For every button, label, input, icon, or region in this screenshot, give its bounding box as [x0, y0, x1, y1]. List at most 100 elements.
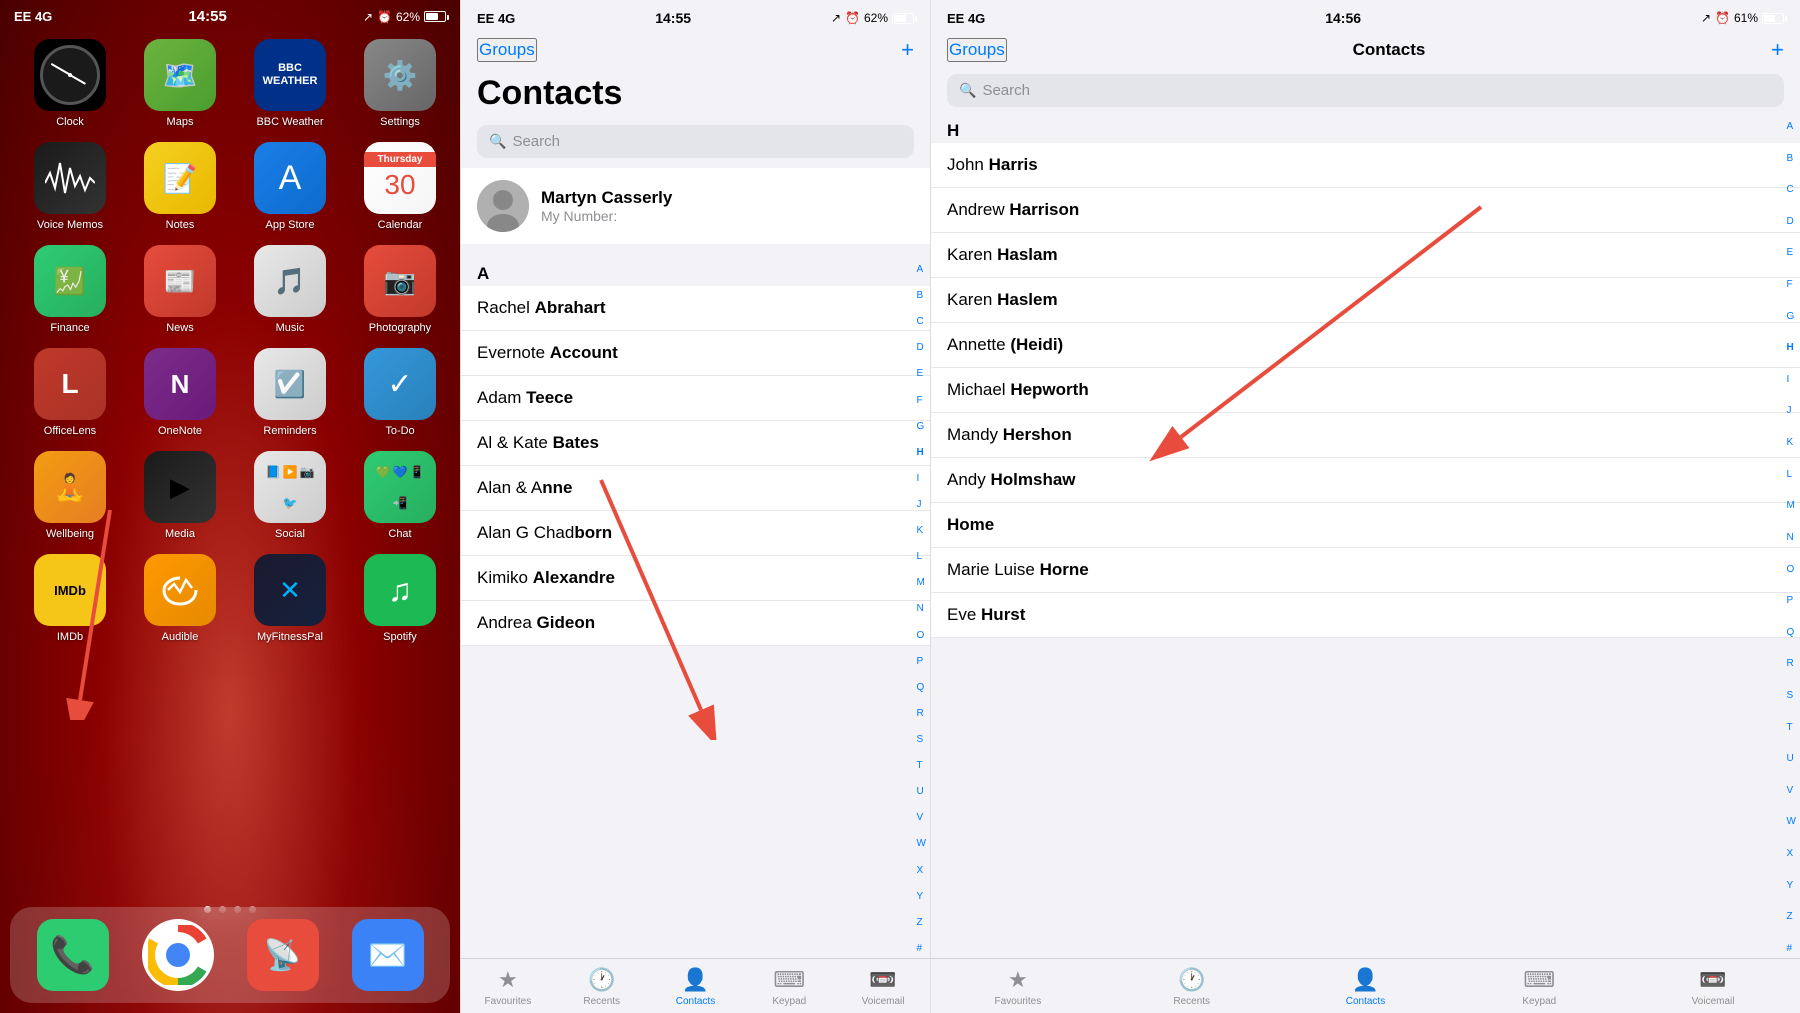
- contact-evernote-account[interactable]: Evernote Account: [461, 331, 930, 376]
- search-icon-3: 🔍: [959, 82, 976, 99]
- app-clock[interactable]: Clock: [20, 39, 120, 128]
- time-3: 14:56: [1325, 10, 1361, 26]
- app-maps[interactable]: 🗺️ Maps: [130, 39, 230, 128]
- contact-andrew-harrison[interactable]: Andrew Harrison: [931, 188, 1800, 233]
- app-imdb[interactable]: IMDb IMDb: [20, 554, 120, 643]
- contact-andrea-gideon[interactable]: Andrea Gideon: [461, 601, 930, 646]
- my-card[interactable]: Martyn Casserly My Number:: [461, 168, 930, 244]
- tab-recents-2[interactable]: 🕐 Recents: [555, 967, 649, 1007]
- section-header-a: A: [461, 260, 930, 286]
- contact-mandy-hershon[interactable]: Mandy Hershon: [931, 413, 1800, 458]
- voicemail-icon-2: 📼: [869, 967, 896, 993]
- contacts-header-3: Groups Contacts +: [931, 32, 1800, 70]
- dock-phone[interactable]: 📞: [37, 919, 109, 991]
- contact-michael-hepworth[interactable]: Michael Hepworth: [931, 368, 1800, 413]
- contact-karen-haslem[interactable]: Karen Haslem: [931, 278, 1800, 323]
- contact-marie-luise-horne[interactable]: Marie Luise Horne: [931, 548, 1800, 593]
- app-photography[interactable]: 📷 Photography: [350, 245, 450, 334]
- app-onenote[interactable]: N OneNote: [130, 348, 230, 437]
- carrier-2: EE 4G: [477, 11, 515, 26]
- app-music[interactable]: 🎵 Music: [240, 245, 340, 334]
- search-bar-3[interactable]: 🔍 Search: [947, 74, 1784, 107]
- tab-voicemail-3[interactable]: 📼 Voicemail: [1626, 967, 1800, 1007]
- tab-bar-3: ★ Favourites 🕐 Recents 👤 Contacts ⌨ Keyp…: [931, 958, 1800, 1013]
- status-bar-2: EE 4G 14:55 ↗ ⏰ 62%: [461, 0, 930, 32]
- contact-alan-anne[interactable]: Alan & Anne: [461, 466, 930, 511]
- app-notes[interactable]: 📝 Notes: [130, 142, 230, 231]
- app-chat[interactable]: 💚💙 📱📲 Chat: [350, 451, 450, 540]
- contact-home[interactable]: Home: [931, 503, 1800, 548]
- app-myfitnesspal[interactable]: ✕ MyFitnessPal: [240, 554, 340, 643]
- alphabet-sidebar-2[interactable]: ABCDEF GHIJK LMNOPQ RSTUVW XYZ#: [917, 260, 926, 958]
- recents-icon-2: 🕐: [588, 967, 615, 993]
- app-media[interactable]: ▶ Media: [130, 451, 230, 540]
- tab-contacts-3[interactable]: 👤 Contacts: [1279, 967, 1453, 1007]
- app-imdb-label: IMDb: [57, 631, 83, 643]
- contact-kimiko-alexandre[interactable]: Kimiko Alexandre: [461, 556, 930, 601]
- app-photography-label: Photography: [369, 322, 431, 334]
- app-clock-label: Clock: [56, 116, 84, 128]
- contact-karen-haslam[interactable]: Karen Haslam: [931, 233, 1800, 278]
- time-2: 14:55: [655, 10, 691, 26]
- contact-al-kate-bates[interactable]: Al & Kate Bates: [461, 421, 930, 466]
- tab-favourites-3[interactable]: ★ Favourites: [931, 967, 1105, 1007]
- plus-button-3[interactable]: +: [1771, 39, 1784, 61]
- app-finance[interactable]: 💹 Finance: [20, 245, 120, 334]
- app-news[interactable]: 📰 News: [130, 245, 230, 334]
- tab-voicemail-2[interactable]: 📼 Voicemail: [836, 967, 930, 1007]
- tab-contacts-2[interactable]: 👤 Contacts: [649, 967, 743, 1007]
- contact-andy-holmshaw[interactable]: Andy Holmshaw: [931, 458, 1800, 503]
- app-onenote-label: OneNote: [158, 425, 202, 437]
- my-card-sub: My Number:: [541, 208, 672, 224]
- app-spotify[interactable]: ♫ Spotify: [350, 554, 450, 643]
- app-settings[interactable]: ⚙️ Settings: [350, 39, 450, 128]
- contact-annette-heidi[interactable]: Annette (Heidi): [931, 323, 1800, 368]
- status-bar-3: EE 4G 14:56 ↗ ⏰ 61%: [931, 0, 1800, 32]
- app-app-store[interactable]: A App Store: [240, 142, 340, 231]
- app-office-lens-label: OfficeLens: [44, 425, 96, 437]
- app-finance-label: Finance: [50, 322, 89, 334]
- app-audible[interactable]: Audible: [130, 554, 230, 643]
- app-settings-label: Settings: [380, 116, 420, 128]
- app-wellbeing[interactable]: 🧘 Wellbeing: [20, 451, 120, 540]
- apps-grid: Clock 🗺️ Maps BBCWEATHER BBC Weather ⚙️ …: [0, 29, 460, 653]
- battery-area-2: ↗ ⏰ 62%: [831, 11, 914, 25]
- app-spotify-label: Spotify: [383, 631, 417, 643]
- battery-icon-2: [892, 13, 914, 24]
- app-bbc-weather[interactable]: BBCWEATHER BBC Weather: [240, 39, 340, 128]
- app-office-lens[interactable]: L OfficeLens: [20, 348, 120, 437]
- app-calendar[interactable]: Thursday 30 Calendar: [350, 142, 450, 231]
- app-todo[interactable]: ✓ To-Do: [350, 348, 450, 437]
- alarm-icon: ⏰: [377, 10, 392, 24]
- tab-recents-3[interactable]: 🕐 Recents: [1105, 967, 1279, 1007]
- dock-cast[interactable]: 📡: [247, 919, 319, 991]
- section-header-h: H: [931, 117, 1800, 143]
- search-bar-2[interactable]: 🔍 Search: [477, 125, 914, 158]
- contacts-page-title: Contacts: [461, 70, 930, 125]
- alphabet-sidebar-3[interactable]: ABCDEF GHIJ KLMNOP QRSTUV WXYZ#: [1787, 117, 1796, 958]
- groups-button-3[interactable]: Groups: [947, 38, 1007, 62]
- tab-bar-2: ★ Favourites 🕐 Recents 👤 Contacts ⌨ Keyp…: [461, 958, 930, 1013]
- contact-john-harris[interactable]: John Harris: [931, 143, 1800, 188]
- voicemail-label-2: Voicemail: [862, 996, 905, 1007]
- recents-icon-3: 🕐: [1178, 967, 1205, 993]
- contact-alan-g-chadborn[interactable]: Alan G Chadborn: [461, 511, 930, 556]
- contact-eve-hurst[interactable]: Eve Hurst: [931, 593, 1800, 638]
- app-voice-memos[interactable]: Voice Memos: [20, 142, 120, 231]
- plus-button[interactable]: +: [901, 39, 914, 61]
- dock-chrome[interactable]: [142, 919, 214, 991]
- contact-rachel-abrahart[interactable]: Rachel Abrahart: [461, 286, 930, 331]
- app-app-store-label: App Store: [266, 219, 315, 231]
- favourites-label-2: Favourites: [485, 996, 532, 1007]
- app-reminders-label: Reminders: [263, 425, 316, 437]
- tab-favourites-2[interactable]: ★ Favourites: [461, 967, 555, 1007]
- app-social[interactable]: 📘▶️ 📷🐦 Social: [240, 451, 340, 540]
- contacts-header-2: Groups +: [461, 32, 930, 70]
- dock-mail[interactable]: ✉️: [352, 919, 424, 991]
- contact-adam-teece[interactable]: Adam Teece: [461, 376, 930, 421]
- app-reminders[interactable]: ☑️ Reminders: [240, 348, 340, 437]
- tab-keypad-2[interactable]: ⌨ Keypad: [742, 967, 836, 1007]
- keypad-label-2: Keypad: [772, 996, 806, 1007]
- tab-keypad-3[interactable]: ⌨ Keypad: [1452, 967, 1626, 1007]
- groups-button[interactable]: Groups: [477, 38, 537, 62]
